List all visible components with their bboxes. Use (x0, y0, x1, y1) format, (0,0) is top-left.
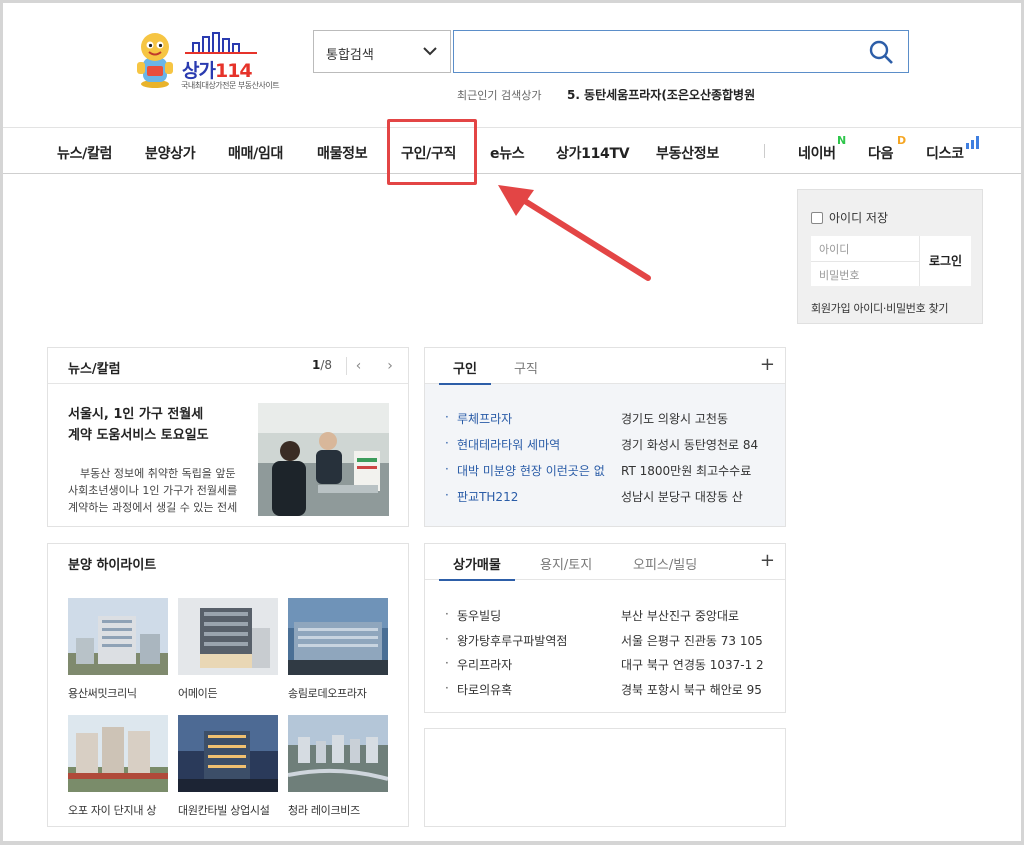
highlight-item[interactable]: 어메이든 (178, 598, 278, 701)
building-image (288, 598, 388, 675)
news-pager: 1/8 (311, 358, 332, 372)
tab-job-seeking[interactable]: 구직 (514, 358, 538, 377)
news-header: 뉴스/칼럼 1/8 ‹ › (48, 348, 408, 384)
id-field[interactable]: 아이디 (811, 236, 919, 261)
login-box: 아이디 저장 아이디 비밀번호 로그인 회원가입 아이디·비밀번호 찾기 (797, 189, 983, 324)
tab-land[interactable]: 용지/토지 (540, 554, 592, 573)
login-button[interactable]: 로그인 (919, 236, 971, 286)
password-field[interactable]: 비밀번호 (811, 261, 919, 286)
nav-divider (764, 144, 765, 158)
annotation-highlight-box (387, 119, 477, 185)
presale-highlights-panel: 분양 하이라이트 용산써밋크리닉 어메이든 송림로데오프라자 오포 자이 단지내… (47, 543, 409, 827)
disco-icon (966, 136, 979, 149)
news-headline[interactable]: 서울시, 1인 가구 전월세 계약 도움서비스 토요일도 (68, 404, 263, 446)
daum-icon: D (897, 134, 906, 147)
nav-trade[interactable]: 매매/임대 (228, 143, 283, 163)
highlight-item[interactable]: 용산써밋크리닉 (68, 598, 168, 701)
highlight-item[interactable]: 송림로데오프라자 (288, 598, 388, 701)
building-image (68, 598, 168, 675)
nav-news[interactable]: 뉴스/칼럼 (57, 143, 112, 163)
mascot-logo-icon (137, 33, 173, 88)
nav-listings[interactable]: 매물정보 (317, 143, 368, 163)
news-panel: 뉴스/칼럼 1/8 ‹ › 서울시, 1인 가구 전월세 계약 도움서비스 토요… (47, 347, 409, 527)
search-icon[interactable] (868, 39, 894, 65)
naver-icon: N (837, 134, 846, 147)
nav-daum[interactable]: 다음 D (868, 134, 906, 163)
building-image (178, 598, 278, 675)
site-logo[interactable]: 상가114 국내최대상가전문 부동산사이트 (133, 28, 283, 94)
nav-realestate-info[interactable]: 부동산정보 (656, 143, 719, 163)
plus-icon[interactable]: + (760, 550, 775, 571)
jobs-panel: 구인 구직 + · 루체프라자 경기도 의왕시 고천동 · 현대테라타워 세마역 경기 … (424, 347, 786, 527)
tab-store-listings[interactable]: 상가매물 (439, 554, 515, 581)
popular-label: 최근인기 검색상가 (457, 89, 542, 102)
login-fields: 아이디 비밀번호 (811, 236, 919, 286)
tab-hiring[interactable]: 구인 (439, 358, 491, 385)
tab-office[interactable]: 오피스/빌딩 (633, 554, 697, 573)
jobs-header: 구인 구직 + (425, 348, 785, 385)
chevron-down-icon (423, 47, 437, 56)
search-category-value: 통합검색 (326, 48, 374, 63)
brand-tagline: 국내최대상가전문 부동산사이트 (181, 81, 280, 90)
building-image (68, 715, 168, 792)
search-box (453, 30, 909, 73)
building-image (178, 715, 278, 792)
popular-item[interactable]: 5. 동탄세움프라자(조은오산종합병원 (567, 88, 755, 102)
highlight-item[interactable]: 청라 레이크비즈 (287, 715, 389, 818)
nav-disco[interactable]: 디스코 (926, 136, 979, 163)
nav-naver[interactable]: 네이버 N (798, 134, 846, 163)
news-thumbnail[interactable] (258, 403, 389, 516)
news-summary: 부동산 정보에 취약한 독립을 앞둔 사회초년생이나 1인 가구가 전월세를 계… (68, 467, 238, 514)
news-title: 뉴스/칼럼 (68, 362, 121, 377)
nav-presale[interactable]: 분양상가 (145, 143, 196, 163)
search-input[interactable] (454, 31, 854, 72)
nav-enews[interactable]: e뉴스 (490, 143, 525, 163)
plus-icon[interactable]: + (760, 354, 775, 375)
popular-searches: 최근인기 검색상가 5. 동탄세움프라자(조은오산종합병원 (457, 86, 755, 103)
listings-header: 상가매물 용지/토지 오피스/빌딩 + (425, 544, 785, 581)
save-id-checkbox[interactable]: 아이디 저장 (811, 209, 888, 226)
search-category-select[interactable]: 통합검색 (313, 30, 451, 73)
chevron-left-icon[interactable]: ‹ (346, 357, 366, 375)
highlight-item[interactable]: 오포 자이 단지내 상 (68, 715, 168, 818)
skyline-graphic (185, 32, 257, 54)
annotation-arrow-icon (498, 185, 651, 281)
nav-tv[interactable]: 상가114TV (556, 143, 630, 163)
building-image (287, 715, 389, 792)
empty-panel (424, 728, 786, 827)
checkbox-icon (811, 212, 823, 224)
brand-name: 상가114 (182, 60, 253, 82)
listings-panel: 상가매물 용지/토지 오피스/빌딩 + · 동우빌딩 부산 부산진구 중앙대로 · 왕… (424, 543, 786, 713)
highlights-title: 분양 하이라이트 (68, 558, 157, 573)
highlight-item[interactable]: 대원칸타빌 상업시설 (178, 715, 278, 818)
chevron-right-icon[interactable]: › (382, 357, 398, 375)
main-nav: 뉴스/칼럼 분양상가 매매/임대 매물정보 구인/구직 e뉴스 상가114TV … (0, 127, 1024, 174)
account-links[interactable]: 회원가입 아이디·비밀번호 찾기 (811, 300, 949, 316)
